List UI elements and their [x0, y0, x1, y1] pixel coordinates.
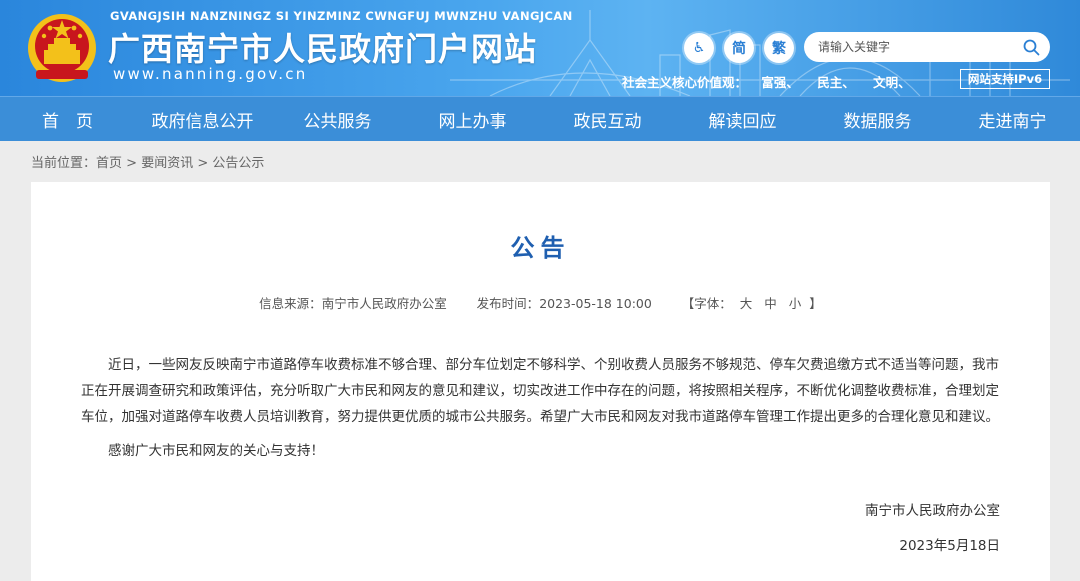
time-label: 发布时间：: [476, 296, 540, 311]
article-paragraph: 近日，一些网友反映南宁市道路停车收费标准不够合理、部分车位划定不够科学、个别收费…: [81, 357, 999, 425]
article-meta: 信息来源：南宁市人民政府办公室 发布时间：2023-05-18 10:00 【字…: [31, 293, 1050, 312]
article-panel: 公告 信息来源：南宁市人民政府办公室 发布时间：2023-05-18 10:00…: [31, 182, 1050, 581]
main-nav: 首 页 政府信息公开 公共服务 网上办事 政民互动 解读回应 数据服务 走进南宁: [0, 96, 1080, 141]
breadcrumb-item-home[interactable]: 首页: [96, 156, 122, 171]
core-value-item: 民主、: [817, 75, 855, 90]
accessibility-icon: ♿: [692, 40, 706, 56]
traditional-chinese-button[interactable]: 繁: [764, 33, 794, 63]
nav-item-about-nanning[interactable]: 走进南宁: [945, 97, 1080, 141]
nav-item-interaction[interactable]: 政民互动: [540, 97, 675, 141]
font-size-close: 】: [809, 296, 822, 311]
breadcrumb: 当前位置：首页 > 要闻资讯 > 公告公示: [31, 152, 264, 171]
nav-item-gov-info[interactable]: 政府信息公开: [135, 97, 270, 141]
site-title[interactable]: 广西南宁市人民政府门户网站: [108, 24, 537, 70]
article-signature: 南宁市人民政府办公室: [865, 503, 1000, 519]
breadcrumb-separator: >: [122, 156, 142, 171]
ipv6-badge: 网站支持IPv6: [960, 69, 1050, 89]
site-pinyin-title: GVANGJSIH NANZNINGZ SI YINZMINZ CWNGFUJ …: [110, 9, 573, 23]
article-paragraph: 感谢广大市民和网友的关心与支持！: [108, 443, 324, 459]
time-value: 2023-05-18 10:00: [539, 296, 652, 311]
core-values-line: 社会主义核心价值观： 富强、 民主、 文明、: [622, 72, 925, 91]
accessibility-button[interactable]: ♿: [684, 33, 714, 63]
search-icon[interactable]: [1023, 39, 1040, 56]
article-date: 2023年5月18日: [899, 538, 1000, 554]
site-header: GVANGJSIH NANZNINGZ SI YINZMINZ CWNGFUJ …: [0, 0, 1080, 96]
core-value-item: 富强、: [761, 75, 799, 90]
font-small-button[interactable]: 小: [789, 296, 802, 311]
simplified-chinese-button[interactable]: 简: [724, 33, 754, 63]
site-domain: www.nanning.gov.cn: [113, 65, 308, 83]
breadcrumb-item-news[interactable]: 要闻资讯: [141, 156, 193, 171]
font-size-label: 【字体：: [681, 296, 732, 311]
source-label: 信息来源：: [259, 296, 322, 311]
font-medium-button[interactable]: 中: [764, 296, 777, 311]
nav-item-interpretation[interactable]: 解读回应: [675, 97, 810, 141]
breadcrumb-item-notices[interactable]: 公告公示: [212, 156, 264, 171]
article-title: 公告: [510, 234, 571, 262]
breadcrumb-separator: >: [193, 156, 213, 171]
font-large-button[interactable]: 大: [740, 296, 753, 311]
article-body: 近日，一些网友反映南宁市道路停车收费标准不够合理、部分车位划定不够科学、个别收费…: [81, 352, 1001, 464]
nav-item-home[interactable]: 首 页: [0, 97, 135, 141]
traditional-label: 繁: [772, 41, 786, 57]
core-values-label: 社会主义核心价值观：: [622, 75, 748, 90]
breadcrumb-label: 当前位置：: [31, 156, 97, 171]
core-value-item: 文明、: [873, 75, 911, 90]
search-input[interactable]: [818, 32, 1018, 62]
simplified-label: 简: [732, 41, 746, 57]
nav-item-online-service[interactable]: 网上办事: [405, 97, 540, 141]
nav-item-data-service[interactable]: 数据服务: [810, 97, 945, 141]
nav-item-public-service[interactable]: 公共服务: [270, 97, 405, 141]
source-value: 南宁市人民政府办公室: [321, 296, 447, 311]
national-emblem-icon: [28, 14, 96, 82]
search-box: [804, 32, 1050, 62]
